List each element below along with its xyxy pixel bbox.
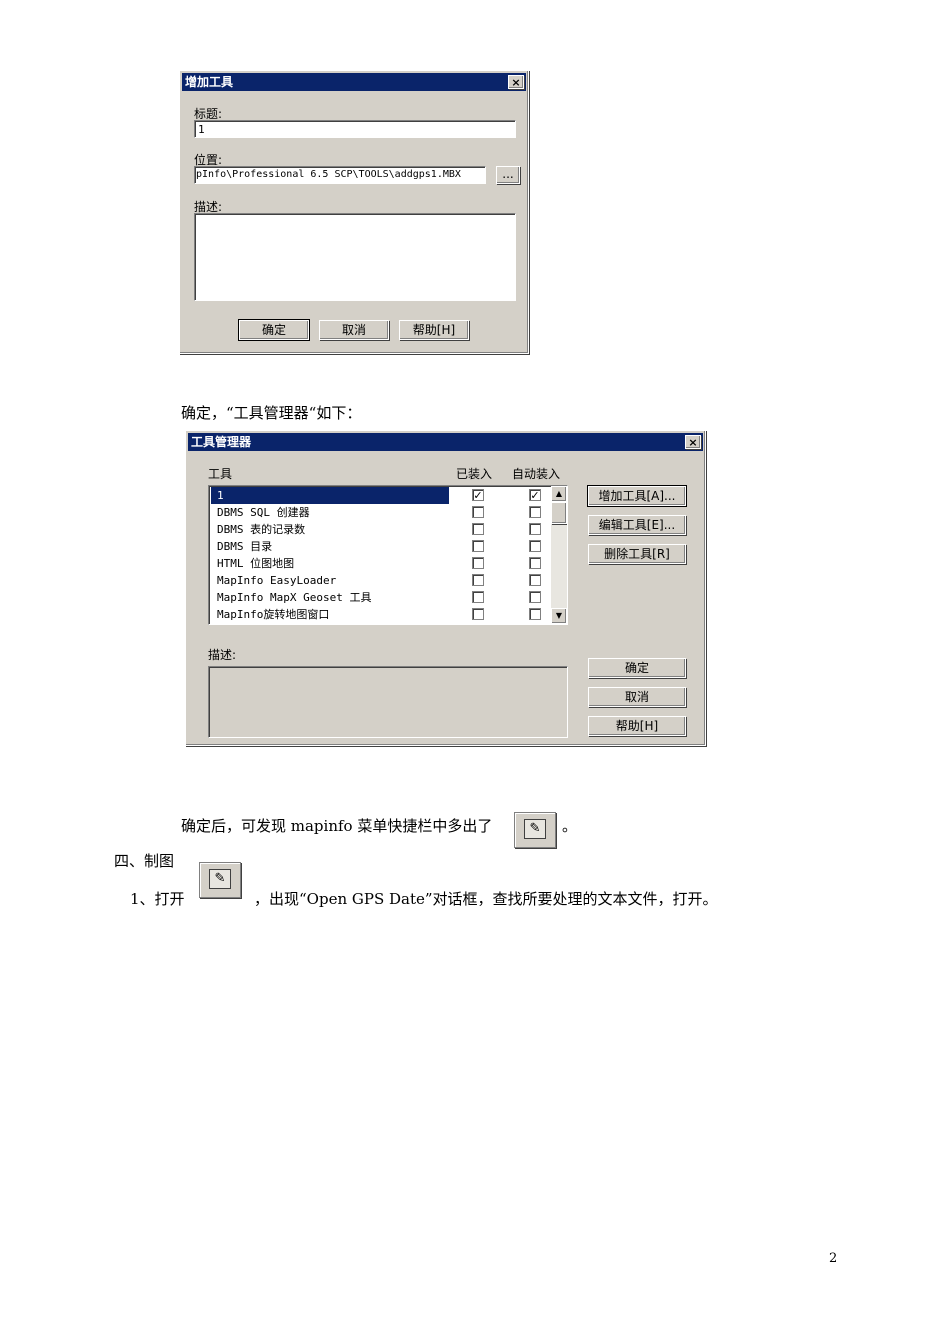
scroll-thumb[interactable] [551,502,567,524]
help-button-label: 帮助[H] [412,323,456,337]
loaded-checkbox[interactable]: ✓ [472,489,484,501]
step1-text-after: ，出现“Open GPS Date”对话框，查找所要处理的文本文件，打开。 [254,890,718,908]
tool-manager-ok-button[interactable]: 确定 [588,658,686,678]
tool-list-item[interactable]: MapInfo旋转地图窗口 [211,606,449,623]
gps-pencil-icon: ✎ [209,869,231,889]
gps-tool-button[interactable]: ✎ [514,812,556,848]
paragraph-toolbar-note: 确定后，可发现 mapinfo 菜单快捷栏中多出了 [181,815,492,836]
autoload-checkbox[interactable]: ✓ [529,489,541,501]
cancel-button-label: 取消 [341,323,366,337]
scroll-up-icon: ▲ [555,489,563,498]
autoload-checkbox[interactable] [529,506,541,518]
column-header-autoload: 自动装入 [512,467,561,481]
autoload-checkbox[interactable] [529,557,541,569]
loaded-checkbox[interactable] [472,574,484,586]
tool-list[interactable]: 1 ✓ ✓ DBMS SQL 创建器 DBMS 表的记录数 DBMS 目录 HTML 位图地… [208,485,568,625]
edit-tool-button[interactable]: 编辑工具[E]... [588,515,686,535]
delete-tool-button[interactable]: 删除工具[R] [588,544,686,564]
tool-manager-title: 工具管理器 [191,435,252,449]
tool-manager-cancel-label: 取消 [624,690,649,704]
ok-button[interactable]: 确定 [238,319,310,341]
loaded-checkbox[interactable] [472,523,484,535]
autoload-checkbox[interactable] [529,591,541,603]
loaded-checkbox[interactable] [472,591,484,603]
loaded-checkbox[interactable] [472,540,484,552]
add-tool-titlebar: 增加工具 × [182,73,526,91]
ok-button-label: 确定 [261,323,286,337]
tool-manager-close-button[interactable]: × [685,435,701,449]
cancel-button[interactable]: 取消 [319,320,389,340]
page-number: 2 [829,1251,838,1266]
location-input-value: pInfo\Professional 6.5 SCP\TOOLS\addgps1… [196,169,461,180]
location-input[interactable]: pInfo\Professional 6.5 SCP\TOOLS\addgps1… [194,166,486,184]
add-tool-title: 增加工具 [185,75,234,89]
delete-tool-button-label: 删除工具[R] [604,547,670,561]
autoload-checkbox[interactable] [529,608,541,620]
add-tool-close-button[interactable]: × [508,75,524,89]
paragraph-tool-manager-intro: 确定，“工具管理器“如下： [181,404,362,422]
tool-list-scrollbar[interactable]: ▲ ▼ [551,486,567,624]
loaded-checkbox[interactable] [472,506,484,518]
loaded-checkbox[interactable] [472,557,484,569]
scroll-up-button[interactable]: ▲ [551,486,567,502]
tool-list-item[interactable]: DBMS SQL 创建器 [211,504,449,521]
section-heading: 四、制图 [114,852,175,870]
toolbar-note-end: 。 [562,817,578,835]
tool-list-item[interactable]: HTML 位图地图 [211,555,449,572]
tool-manager-ok-label: 确定 [624,661,649,675]
tool-description-box [208,666,568,738]
column-header-tool: 工具 [208,467,233,481]
tool-list-item[interactable]: MapInfo MapX Geoset 工具 [211,589,449,606]
help-button[interactable]: 帮助[H] [399,320,469,340]
tool-description-label: 描述: [208,648,237,662]
step1-text-before: 1、打开 [130,890,185,908]
browse-button-label: ... [502,167,514,181]
edit-tool-button-label: 编辑工具[E]... [598,518,676,532]
autoload-checkbox[interactable] [529,540,541,552]
autoload-checkbox[interactable] [529,523,541,535]
close-icon: × [688,436,698,449]
add-tool-button[interactable]: 增加工具[A]... [587,485,687,507]
tool-list-item[interactable]: DBMS 目录 [211,538,449,555]
autoload-checkbox[interactable] [529,574,541,586]
tool-manager-cancel-button[interactable]: 取消 [588,687,686,707]
tool-list-item[interactable]: 1 [211,487,449,504]
column-header-loaded: 已装入 [456,467,493,481]
gps-pencil-icon: ✎ [524,819,546,839]
tool-list-item[interactable]: MapInfo EasyLoader [211,572,449,589]
tool-list-item[interactable]: DBMS 表的记录数 [211,521,449,538]
toolbar-note-text: 确定后，可发现 mapinfo 菜单快捷栏中多出了 [181,817,493,835]
tool-manager-dialog: 工具管理器 × 工具 已装入 自动装入 1 ✓ ✓ DBMS SQL 创建器 DBMS … [185,430,706,746]
add-tool-button-label: 增加工具[A]... [598,489,676,503]
gps-tool-button-step[interactable]: ✎ [199,862,241,898]
caption-input-value: 1 [198,123,205,136]
tool-manager-help-button[interactable]: 帮助[H] [588,716,686,736]
close-icon: × [511,76,521,89]
caption-input[interactable]: 1 [194,120,516,138]
description-textarea[interactable] [194,213,516,301]
scroll-down-button[interactable]: ▼ [551,608,567,624]
tool-manager-titlebar: 工具管理器 × [188,433,703,451]
browse-button[interactable]: ... [496,166,520,184]
scroll-down-icon: ▼ [555,611,563,620]
tool-manager-help-label: 帮助[H] [615,719,659,733]
loaded-checkbox[interactable] [472,608,484,620]
add-tool-dialog: 增加工具 × 标题: 1 位置: pInfo\Professional 6.5 … [179,70,529,354]
